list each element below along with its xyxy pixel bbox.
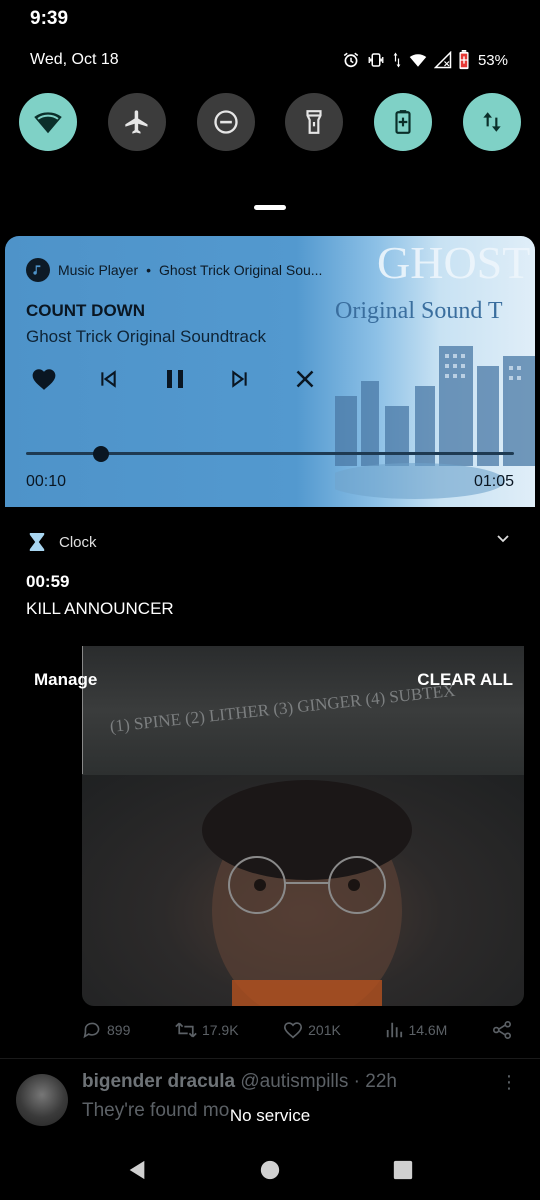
- clear-all-button[interactable]: CLEAR ALL: [417, 670, 513, 690]
- views-action: 14.6M: [385, 1021, 447, 1039]
- mobile-data-icon: [483, 112, 501, 132]
- share-action: [492, 1021, 512, 1039]
- quick-settings: [19, 93, 521, 151]
- skip-previous-icon: [101, 370, 116, 388]
- media-app-row: Music Player • Ghost Trick Original Sou.…: [26, 258, 322, 282]
- previous-button[interactable]: [93, 364, 159, 394]
- feed-divider: [0, 1058, 540, 1059]
- wifi-icon: [34, 112, 62, 134]
- more-options-icon: ⋮: [500, 1072, 518, 1092]
- song-title: COUNT DOWN: [26, 301, 145, 320]
- album-art: GHOST T Original Sound T: [335, 237, 535, 499]
- album-art-subtitle: Original Sound T: [335, 298, 503, 324]
- navigation-bar: [0, 1140, 540, 1200]
- clock-notification[interactable]: Clock 00:59 KILL ANNOUNCER: [0, 508, 540, 646]
- media-app-name: Music Player: [58, 262, 139, 278]
- clock-app-name: Clock: [59, 533, 97, 551]
- timer-label: KILL ANNOUNCER: [26, 599, 174, 618]
- favorite-button[interactable]: [27, 364, 93, 394]
- share-icon: [492, 1021, 511, 1039]
- next-button[interactable]: [225, 364, 291, 394]
- dnd-tile[interactable]: [196, 93, 255, 151]
- media-source: Ghost Trick Original Sou...: [159, 262, 323, 278]
- album-art-title: GHOST T: [377, 237, 535, 288]
- like-count: 201K: [308, 1022, 341, 1038]
- flashlight-tile[interactable]: [285, 93, 344, 151]
- background-divider: [82, 646, 83, 774]
- dismiss-media-button[interactable]: [291, 364, 357, 394]
- do-not-disturb-icon: [213, 110, 238, 134]
- author-handle: @autismpills · 22h: [240, 1071, 397, 1092]
- seek-thumb[interactable]: [93, 446, 110, 462]
- flashlight-icon: [306, 110, 322, 134]
- background-video-frame: [82, 775, 524, 1020]
- status-date: Wed, Oct 18: [30, 51, 119, 68]
- reply-action: 899: [82, 1021, 130, 1039]
- airplane-tile[interactable]: [107, 93, 166, 151]
- hourglass-icon: [29, 533, 45, 551]
- album-name: Ghost Trick Original Soundtrack: [26, 327, 266, 346]
- like-action: 201K: [283, 1021, 341, 1039]
- alarm-icon: [343, 52, 359, 68]
- background-post-actions: 899 17.9K 201K 14.6M: [82, 1021, 512, 1039]
- battery-saver-tile[interactable]: [374, 93, 433, 151]
- airplane-icon: [125, 110, 148, 134]
- recents-icon[interactable]: [392, 1159, 414, 1181]
- retweet-icon: [175, 1022, 197, 1038]
- total-duration: 01:05: [473, 473, 514, 490]
- timer-value: 00:59: [26, 572, 70, 591]
- reply-count: 899: [107, 1022, 131, 1038]
- post-author-line: bigender dracula @autismpills · 22h: [82, 1071, 397, 1093]
- separator-dot: •: [146, 262, 152, 278]
- pause-icon: [167, 370, 183, 388]
- retweet-action: 17.9K: [175, 1021, 239, 1039]
- pause-button[interactable]: [159, 364, 225, 394]
- back-icon[interactable]: [126, 1159, 148, 1181]
- mobile-data-tile[interactable]: [462, 93, 521, 151]
- media-notification[interactable]: GHOST T Original Sound T Music Player • …: [5, 236, 535, 507]
- heart-outline-icon: [284, 1022, 303, 1039]
- clock-header: Clock: [28, 532, 97, 552]
- heart-icon: [32, 369, 56, 390]
- media-controls: [27, 364, 357, 394]
- battery-icon: [459, 50, 469, 70]
- signal-icon: [433, 51, 452, 69]
- status-time: 9:39: [30, 8, 69, 29]
- chevron-down-icon[interactable]: [496, 534, 510, 544]
- battery-percent: 53%: [477, 51, 508, 69]
- manage-button[interactable]: Manage: [34, 670, 97, 690]
- wifi-icon: [409, 54, 427, 67]
- home-icon[interactable]: [259, 1159, 281, 1181]
- elapsed-time: 00:10: [26, 473, 67, 490]
- skip-next-icon: [232, 370, 247, 388]
- shade-drag-handle[interactable]: [254, 205, 286, 210]
- views-chart-icon: [387, 1022, 403, 1038]
- wifi-tile[interactable]: [19, 93, 77, 151]
- data-arrows-icon: [393, 52, 401, 68]
- network-status: No service: [229, 1106, 311, 1125]
- face-illustration: [202, 780, 412, 1020]
- reply-icon: [83, 1022, 100, 1039]
- battery-saver-icon: [395, 110, 411, 134]
- retweet-count: 17.9K: [201, 1022, 239, 1038]
- author-name: bigender dracula: [82, 1071, 236, 1092]
- music-note-icon: [26, 258, 50, 282]
- status-icons: 53%: [342, 48, 508, 72]
- close-icon: [296, 370, 314, 388]
- vibrate-icon: [368, 53, 384, 67]
- views-count: 14.6M: [408, 1022, 448, 1038]
